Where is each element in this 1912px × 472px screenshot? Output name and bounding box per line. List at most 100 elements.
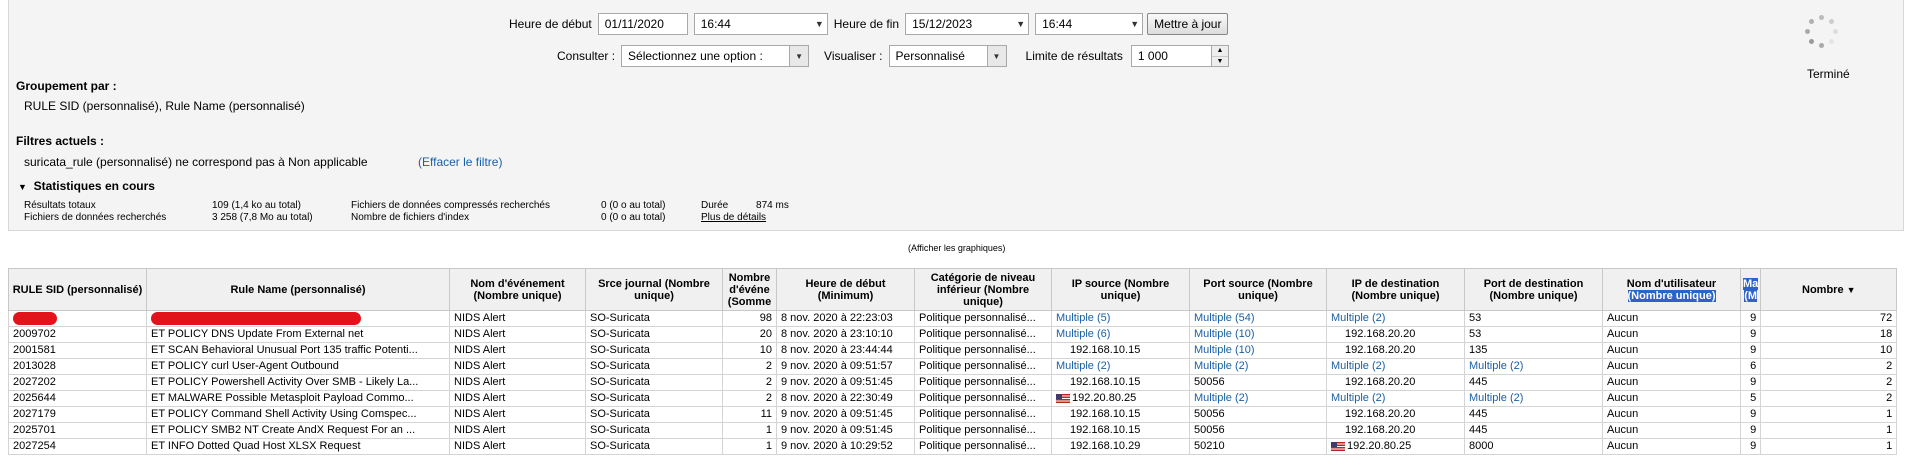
start-date-field[interactable]: 01/11/2020 — [597, 13, 688, 35]
table-cell-dstip: 192.168.20.20 — [1326, 406, 1465, 423]
table-row[interactable]: 2013028 ET POLICY curl User-Agent Outboun… — [8, 358, 1898, 375]
table-cell-srcip: 192.168.10.15 — [1051, 342, 1190, 359]
table-cell-dstip: 192.20.80.25 — [1326, 438, 1465, 455]
table-cell-name: ET MALWARE Possible Metasploit Payload C… — [146, 390, 450, 407]
table-cell-srcport: 50056 — [1189, 374, 1327, 391]
table-cell-dstip[interactable]: Multiple (2) — [1326, 390, 1465, 407]
table-cell-event: NIDS Alert — [449, 358, 586, 375]
col-low-category[interactable]: Catégorie de niveau inférieur (Nombre un… — [914, 268, 1052, 311]
table-cell-name: ET POLICY Powershell Activity Over SMB -… — [146, 374, 450, 391]
table-cell-srcport[interactable]: Multiple (10) — [1189, 342, 1327, 359]
table-cell-dstport: 53 — [1464, 310, 1603, 327]
col-src-ip[interactable]: IP source (Nombre unique) — [1051, 268, 1190, 311]
table-cell-cat: Politique personnalisé... — [914, 438, 1052, 455]
table-row[interactable]: 2027179 ET POLICY Command Shell Activity … — [8, 406, 1898, 423]
end-date-field[interactable]: 15/12/2023 ▼ — [905, 13, 1030, 35]
more-details-link[interactable]: Plus de détails — [701, 212, 789, 224]
table-cell-event: NIDS Alert — [449, 406, 586, 423]
chevron-down-icon: ▼ — [1130, 19, 1140, 29]
start-time-label: Heure de début — [509, 17, 592, 31]
table-cell-srcport[interactable]: Multiple (2) — [1189, 390, 1327, 407]
col-src-port[interactable]: Port source (Nombre unique) — [1189, 268, 1327, 311]
status-done: Terminé — [1807, 67, 1850, 81]
table-cell-start: 9 nov. 2020 à 09:51:45 — [776, 374, 915, 391]
table-cell-start: 9 nov. 2020 à 09:51:57 — [776, 358, 915, 375]
table-row[interactable]: 2025644 ET MALWARE Possible Metasploit Pa… — [8, 390, 1898, 407]
table-cell-srcip[interactable]: Multiple (2) — [1051, 358, 1190, 375]
table-cell-start: 9 nov. 2020 à 09:51:45 — [776, 406, 915, 423]
table-cell-sid: 2009702 — [8, 326, 147, 343]
consult-label: Consulter : — [557, 49, 616, 63]
username-sub-highlight: (Nombre unique) — [1627, 289, 1716, 302]
table-cell-event: NIDS Alert — [449, 310, 586, 327]
table-cell-srcport[interactable]: Multiple (2) — [1189, 358, 1327, 375]
col-ma[interactable]: Ma (M — [1739, 268, 1762, 311]
visualize-select[interactable]: Personnalisé ▼ — [888, 45, 1007, 67]
col-username[interactable]: Nom d'utilisateur (Nombre unique) — [1602, 268, 1741, 311]
col-event-name[interactable]: Nom d'événement (Nombre unique) — [449, 268, 586, 311]
show-charts-link[interactable]: (Afficher les graphiques) — [908, 243, 1005, 253]
table-cell-dstip[interactable]: Multiple (2) — [1326, 358, 1465, 375]
col-dst-ip[interactable]: IP de destination (Nombre unique) — [1326, 268, 1465, 311]
chevron-down-icon: ▼ — [789, 46, 809, 66]
table-cell-dstport[interactable]: Multiple (2) — [1464, 358, 1603, 375]
table-cell-sid: 2025701 — [8, 422, 147, 439]
col-dst-port[interactable]: Port de destination (Nombre unique) — [1464, 268, 1603, 311]
table-cell-srcip[interactable]: Multiple (6) — [1051, 326, 1190, 343]
table-cell-count: 1 — [1760, 406, 1898, 423]
table-cell-cat: Politique personnalisé... — [914, 406, 1052, 423]
table-cell-srcport[interactable]: Multiple (10) — [1189, 326, 1327, 343]
table-cell-user: Aucun — [1602, 358, 1741, 375]
time-range-row: Heure de début 01/11/2020 16:44 ▼ Heure d… — [509, 13, 1229, 35]
stepper-icon[interactable]: ▲ ▼ — [1210, 46, 1228, 66]
table-cell-start: 8 nov. 2020 à 23:44:44 — [776, 342, 915, 359]
table-cell-cat: Politique personnalisé... — [914, 390, 1052, 407]
table-cell-dstport[interactable]: Multiple (2) — [1464, 390, 1603, 407]
consult-select[interactable]: Sélectionnez une option : ▼ — [621, 45, 810, 67]
col-log-source[interactable]: Srce journal (Nombre unique) — [585, 268, 723, 311]
table-cell-dstip[interactable]: Multiple (2) — [1326, 310, 1465, 327]
col-count[interactable]: Nombre ▼ — [1760, 268, 1898, 311]
table-row[interactable]: NIDS Alert SO-Suricata 98 8 nov. 2020 à 22:… — [8, 310, 1898, 327]
table-cell-user: Aucun — [1602, 390, 1741, 407]
table-row[interactable]: 2027254 ET INFO Dotted Quad Host XLSX Req… — [8, 438, 1898, 455]
table-cell-events: 98 — [722, 310, 777, 327]
stats-toggle[interactable]: ▼ Statistiques en cours — [18, 179, 155, 193]
chevron-down-icon: ▼ — [814, 19, 824, 29]
table-cell-events: 2 — [722, 374, 777, 391]
end-time-select[interactable]: 16:44 ▼ — [1035, 13, 1144, 35]
col-start-time[interactable]: Heure de début (Minimum) — [776, 268, 915, 311]
col-rule-sid[interactable]: RULE SID (personnalisé) — [8, 268, 147, 311]
limit-input[interactable]: 1 000 ▲ ▼ — [1130, 45, 1229, 67]
table-cell-srcip[interactable]: Multiple (5) — [1051, 310, 1190, 327]
table-cell-sid: 2027202 — [8, 374, 147, 391]
table-row[interactable]: 2025701 ET POLICY SMB2 NT Create AndX Req… — [8, 422, 1898, 439]
table-cell-events: 2 — [722, 390, 777, 407]
triangle-down-icon: ▼ — [18, 182, 27, 192]
table-cell-events: 1 — [722, 438, 777, 455]
clear-filter-link[interactable]: (Effacer le filtre) — [418, 155, 502, 169]
col-event-count[interactable]: Nombre d'événe (Somme — [722, 268, 777, 311]
table-cell-srcport[interactable]: Multiple (54) — [1189, 310, 1327, 327]
table-row[interactable]: 2027202 ET POLICY Powershell Activity Ove… — [8, 374, 1898, 391]
stat-files-searched-value: 3 258 (7,8 Mo au total) — [212, 212, 313, 223]
table-cell-dstport: 8000 — [1464, 438, 1603, 455]
table-cell-start: 8 nov. 2020 à 22:30:49 — [776, 390, 915, 407]
loading-spinner-icon — [1804, 15, 1838, 49]
table-cell-events: 2 — [722, 358, 777, 375]
table-cell-ma: 9 — [1739, 422, 1762, 439]
table-cell-user: Aucun — [1602, 326, 1741, 343]
table-cell-user: Aucun — [1602, 374, 1741, 391]
table-cell-sid: 2027254 — [8, 438, 147, 455]
table-cell-srcport: 50056 — [1189, 406, 1327, 423]
table-cell-srcip: 192.168.10.29 — [1051, 438, 1190, 455]
table-row[interactable]: 2001581 ET SCAN Behavioral Unusual Port 1… — [8, 342, 1898, 359]
stat-total-results-label: Résultats totaux — [24, 200, 96, 211]
col-rule-name[interactable]: Rule Name (personnalisé) — [146, 268, 450, 311]
table-cell-event: NIDS Alert — [449, 374, 586, 391]
table-cell-user: Aucun — [1602, 438, 1741, 455]
start-time-select[interactable]: 16:44 ▼ — [693, 13, 828, 35]
table-cell-event: NIDS Alert — [449, 342, 586, 359]
update-button[interactable]: Mettre à jour — [1147, 13, 1229, 35]
table-row[interactable]: 2009702 ET POLICY DNS Update From Externa… — [8, 326, 1898, 343]
